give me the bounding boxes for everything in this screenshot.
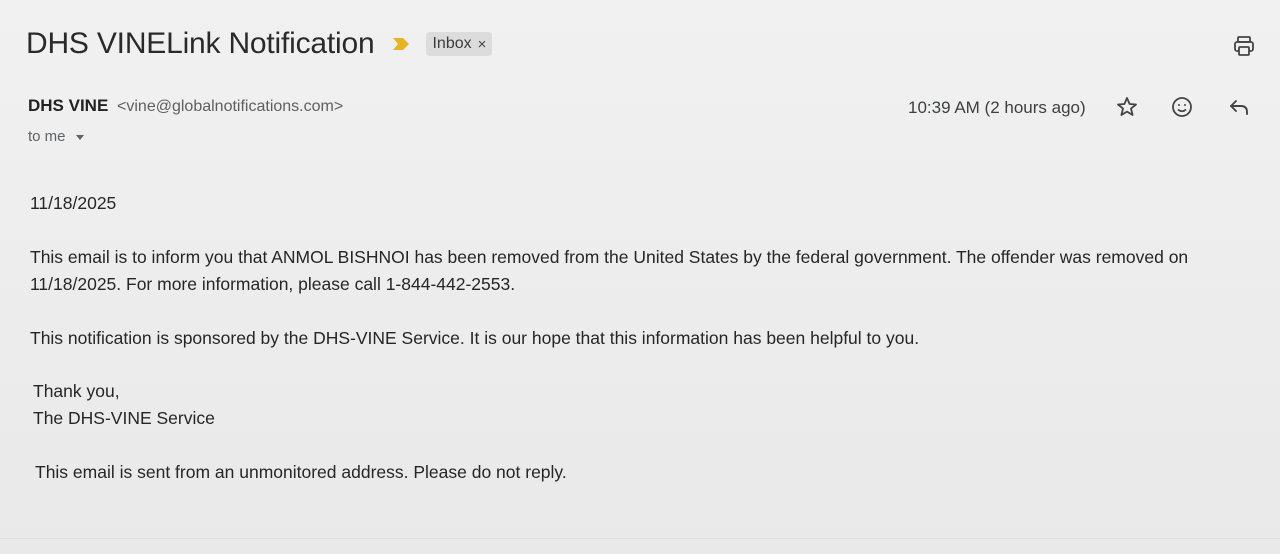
print-button[interactable] [1230, 34, 1258, 62]
unmonitored-address-note: This email is sent from an unmonitored a… [35, 462, 567, 482]
closing-line: Thank you, [33, 381, 120, 401]
reply-button[interactable] [1225, 95, 1253, 123]
label-chip-inbox: Inbox × [426, 32, 493, 56]
signature-line: The DHS-VINE Service [33, 408, 215, 428]
email-subject: DHS VINELink Notification [26, 27, 375, 60]
remove-label-button[interactable]: × [478, 36, 487, 53]
emoji-reaction-icon [1170, 95, 1194, 124]
label-chip-text: Inbox [432, 35, 472, 52]
notification-date: 11/18/2025 [30, 193, 117, 213]
print-icon [1232, 34, 1256, 63]
recipient-label: to me [28, 128, 66, 145]
reply-icon [1227, 95, 1251, 124]
star-button[interactable] [1113, 95, 1141, 123]
body-paragraph-removal: This email is to inform you that ANMOL B… [30, 247, 1189, 294]
recipient-details-toggle[interactable]: to me [28, 128, 84, 145]
body-paragraph-sponsor: This notification is sponsored by the DH… [30, 328, 920, 348]
important-marker-icon[interactable] [392, 37, 410, 51]
sender-email: <vine@globalnotifications.com> [117, 98, 344, 115]
sender-name[interactable]: DHS VINE [28, 96, 108, 115]
email-view: DHS VINELink Notification Inbox × DHS VI… [0, 0, 1280, 554]
divider [0, 538, 1280, 539]
add-reaction-button[interactable] [1168, 95, 1196, 123]
email-timestamp: 10:39 AM (2 hours ago) [908, 98, 1086, 117]
sender-row: DHS VINE <vine@globalnotifications.com> [28, 96, 343, 116]
star-icon [1115, 95, 1139, 124]
subject-row: DHS VINELink Notification Inbox × [26, 24, 493, 64]
chevron-down-icon [75, 134, 84, 140]
